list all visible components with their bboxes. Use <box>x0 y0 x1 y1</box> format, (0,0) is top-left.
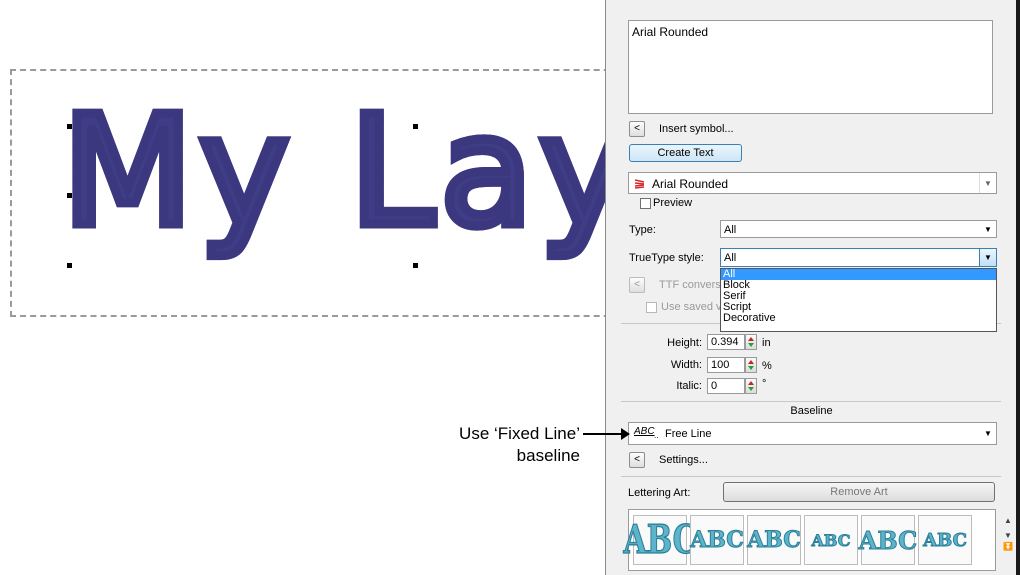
scroll-down-icon[interactable]: ▼ <box>1001 531 1015 540</box>
callout-arrow <box>583 428 630 440</box>
lettering-properties-panel: Arial Rounded < Insert symbol... Create … <box>605 0 1020 575</box>
height-unit: in <box>762 337 771 349</box>
remove-art-button[interactable]: Remove Art <box>723 482 995 502</box>
callout-line2: baseline <box>516 446 580 465</box>
dropdown-option[interactable]: Block <box>721 280 996 291</box>
baseline-select[interactable]: ABC .. Free Line ▼ <box>628 422 997 445</box>
baseline-icon-dots: .. <box>654 431 659 440</box>
truetype-style-select[interactable]: All ▼ <box>720 248 997 267</box>
design-canvas[interactable]: My Layo <box>0 0 605 575</box>
art-thumb-wave[interactable]: ABC <box>747 515 801 565</box>
callout-text: Use ‘Fixed Line’ baseline <box>459 423 580 467</box>
chevron-down-icon: ▼ <box>979 249 996 266</box>
width-unit: % <box>762 360 772 372</box>
truetype-style-value: All <box>724 252 737 264</box>
truetype-style-dropdown-list[interactable]: All Block Serif Script Decorative <box>720 268 997 332</box>
ttf-conversion-button[interactable]: < <box>629 277 645 293</box>
italic-spinner[interactable] <box>745 378 757 394</box>
baseline-heading: Baseline <box>790 405 833 417</box>
font-type-icon <box>634 179 645 189</box>
width-spinner[interactable] <box>745 357 757 373</box>
selection-handle-top-mid[interactable] <box>413 124 418 129</box>
type-select[interactable]: All ▼ <box>720 220 997 238</box>
dropdown-option[interactable]: All <box>721 269 996 280</box>
settings-label: Settings... <box>659 454 708 466</box>
italic-unit: ° <box>762 378 767 390</box>
preview-checkbox[interactable] <box>640 198 651 209</box>
selection-handle-bottom-left[interactable] <box>67 263 72 268</box>
chevron-down-icon: ▼ <box>984 224 992 234</box>
font-selector-value: Arial Rounded <box>652 177 729 191</box>
lettering-text-input[interactable]: Arial Rounded <box>628 20 993 114</box>
ttf-conversion-label: TTF conversi <box>659 279 724 291</box>
selection-handle-top-left[interactable] <box>67 124 72 129</box>
gallery-scrollbar[interactable]: ▲ ▼ ⏬ <box>1001 516 1015 566</box>
create-text-button[interactable]: Create Text <box>629 144 742 162</box>
use-saved-label: Use saved ve <box>661 301 728 313</box>
art-thumb-arch[interactable]: ABC <box>690 515 744 565</box>
font-selector[interactable]: Arial Rounded ▼ <box>628 172 997 194</box>
italic-input[interactable]: 0 <box>707 378 745 394</box>
width-label: Width: <box>670 359 702 371</box>
height-spinner[interactable] <box>745 334 757 350</box>
italic-label: Italic: <box>676 380 702 392</box>
dropdown-option[interactable]: Decorative <box>721 313 996 324</box>
art-thumb-pinch[interactable]: ABC <box>804 515 858 565</box>
truetype-style-label: TrueType style: <box>629 252 704 264</box>
height-input[interactable]: 0.394 <box>707 334 745 350</box>
preview-label: Preview <box>653 197 693 209</box>
baseline-icon: ABC <box>634 426 655 437</box>
selection-handle-mid-left[interactable] <box>67 193 72 198</box>
divider <box>621 401 1001 402</box>
art-thumb-circle[interactable]: ABC <box>623 515 697 565</box>
callout-line1: Use ‘Fixed Line’ <box>459 424 580 443</box>
dropdown-option[interactable]: Serif <box>721 291 996 302</box>
scroll-end-icon[interactable]: ⏬ <box>1001 542 1015 551</box>
type-select-value: All <box>724 224 737 236</box>
selection-handle-bottom-mid[interactable] <box>413 263 418 268</box>
use-saved-checkbox[interactable] <box>646 302 657 313</box>
divider <box>621 476 1001 477</box>
art-thumb-slant[interactable]: ABC <box>918 515 972 565</box>
scroll-up-icon[interactable]: ▲ <box>1001 516 1015 525</box>
lettering-art-label: Lettering Art: <box>628 487 691 499</box>
chevron-down-icon: ▼ <box>979 173 996 193</box>
chevron-down-icon: ▼ <box>984 429 992 438</box>
baseline-value: Free Line <box>665 428 712 440</box>
embroidery-text-object[interactable]: My Layo <box>57 91 605 252</box>
height-label: Height: <box>667 337 702 349</box>
width-input[interactable]: 100 <box>707 357 745 373</box>
type-label: Type: <box>629 224 656 236</box>
settings-button[interactable]: < <box>629 452 645 468</box>
insert-symbol-label: Insert symbol... <box>659 123 734 135</box>
lettering-art-gallery[interactable]: ABC ABC ABC ABC ABC ABC ▲ ▼ ⏬ <box>623 509 1013 571</box>
art-thumb-bulge[interactable]: ABC <box>858 515 918 565</box>
panel-right-border <box>1016 0 1020 575</box>
insert-symbol-button[interactable]: < <box>629 121 645 137</box>
